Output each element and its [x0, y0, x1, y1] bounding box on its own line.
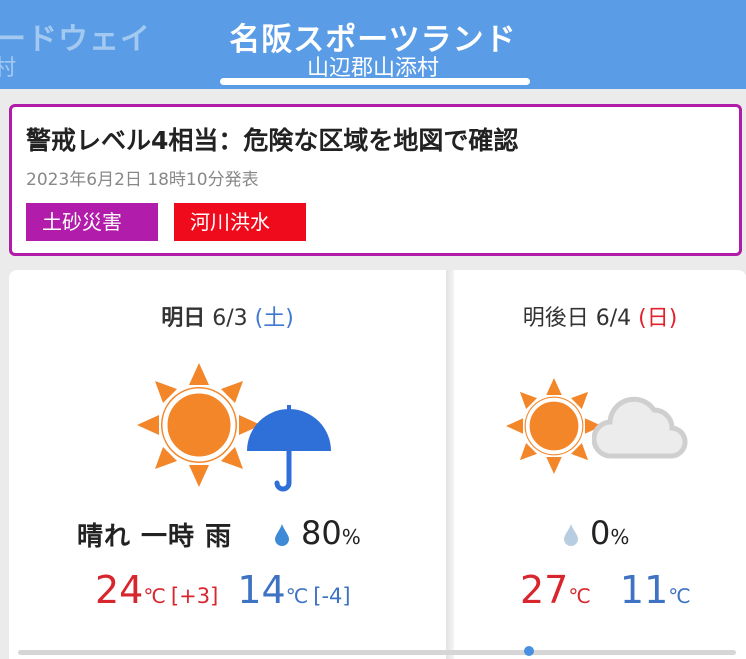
forecast-day-label: 明日 6/3 (土): [9, 300, 446, 332]
temperatures: 24℃ [+3] 14℃ [-4]: [95, 568, 351, 612]
forecast-card-day-after[interactable]: 明後日 6/4 (日) 0% 27℃ 11℃: [454, 270, 746, 659]
day-name: 明日: [161, 306, 206, 331]
day-date: 6/4: [595, 306, 632, 331]
day-weekday: (日): [638, 306, 678, 331]
scroll-position-dot[interactable]: [524, 646, 534, 656]
forecast-card-tomorrow[interactable]: 明日 6/3 (土) 晴れ 一時 雨 80% 24℃ [+3] 14℃ [-4]: [9, 270, 446, 659]
high-temp-unit: ℃: [143, 584, 166, 608]
precip-unit: %: [610, 525, 630, 549]
location-header: ードウェイ 村 名阪スポーツランド 山辺郡山添村: [0, 0, 746, 89]
low-temp: 14: [237, 568, 286, 612]
sun-icon: [506, 378, 602, 474]
precip-value: 80: [301, 514, 342, 552]
precip-unit: %: [341, 525, 361, 549]
umbrella-icon: [247, 405, 331, 492]
flood-badge: 河川洪水: [174, 203, 306, 241]
alert-issued-time: 2023年6月2日 18時10分発表: [26, 170, 259, 190]
low-temp: 11: [619, 568, 669, 612]
high-temp-diff: [+3]: [170, 584, 219, 608]
low-temp-diff: [-4]: [313, 584, 351, 608]
day-date: 6/3: [212, 306, 248, 331]
day-weekday: (土): [254, 306, 294, 331]
sun-icon: [137, 363, 261, 487]
precip-value: 0: [590, 514, 611, 552]
cloud-icon: [592, 396, 688, 459]
card-divider: [446, 270, 454, 659]
warning-alert-card[interactable]: 警戒レベル4相当：危険な区域を地図で確認 2023年6月2日 18時10分発表 …: [9, 104, 742, 256]
low-temp-unit: ℃: [285, 584, 309, 608]
page-indicator: [220, 78, 530, 85]
raindrop-icon: [275, 524, 289, 546]
weather-description: 晴れ 一時 雨: [77, 522, 233, 552]
alert-title: 警戒レベル4相当：危険な区域を地図で確認: [26, 126, 519, 155]
landslide-badge: 土砂災害: [26, 203, 158, 241]
high-temp: 24: [95, 568, 144, 612]
forecast-day-label: 明後日 6/4 (日): [454, 300, 746, 332]
low-temp-unit: ℃: [668, 584, 691, 608]
high-temp-unit: ℃: [568, 584, 591, 608]
precipitation: 0%: [564, 514, 629, 552]
temperatures: 27℃ 11℃: [520, 568, 691, 612]
precipitation: 80%: [275, 514, 361, 552]
day-name: 明後日: [522, 306, 589, 331]
raindrop-icon: [564, 524, 578, 546]
high-temp: 27: [520, 568, 569, 612]
horizontal-scrollbar[interactable]: [18, 650, 736, 655]
